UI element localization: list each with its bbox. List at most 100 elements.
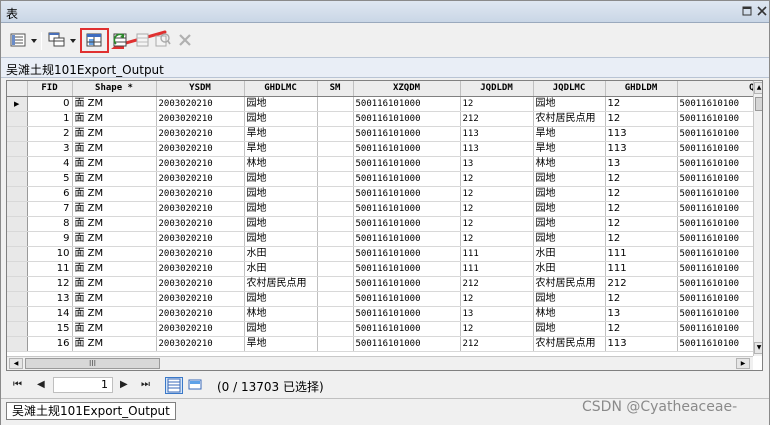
table-cell[interactable]: 2003020210 (156, 321, 245, 337)
table-row[interactable]: 2面 ZM 2003020210 旱地 500116101000 113 旱地 113 500… (7, 126, 758, 142)
scroll-down-icon[interactable]: ▼ (754, 342, 762, 354)
table-row[interactable]: 5面 ZM 2003020210 园地 500116101000 12 园地 12 50011… (7, 171, 758, 187)
table-cell[interactable]: 111 (460, 261, 534, 277)
table-cell[interactable]: 园地 (244, 96, 318, 112)
table-cell[interactable]: 农村居民点用 (533, 276, 606, 292)
table-cell[interactable]: 50011610100 (677, 171, 758, 187)
row-selector[interactable] (7, 291, 28, 307)
table-cell[interactable] (317, 321, 354, 337)
table-cell[interactable]: 园地 (244, 216, 318, 232)
table-cell[interactable]: 2 (27, 126, 73, 142)
table-cell[interactable]: 面 ZM (72, 261, 157, 277)
table-cell[interactable]: 50011610100 (677, 126, 758, 142)
table-cell[interactable]: 面 ZM (72, 96, 157, 112)
table-cell[interactable]: 7 (27, 201, 73, 217)
table-cell[interactable]: 500116101000 (353, 246, 461, 262)
row-selector[interactable] (7, 216, 28, 232)
table-cell[interactable]: 12 (460, 231, 534, 247)
column-header-ysdm[interactable]: YSDM (156, 81, 245, 97)
table-row[interactable]: 10 面 ZM 2003020210 水田 500116101000 111 水田 111 50… (7, 246, 758, 262)
switch-selection-icon[interactable] (112, 32, 128, 49)
table-cell[interactable]: 园地 (533, 321, 606, 337)
table-cell[interactable]: 212 (605, 276, 678, 292)
horizontal-scrollbar[interactable]: ◀ III ▶ (7, 356, 753, 370)
table-cell[interactable]: 500116101000 (353, 261, 461, 277)
table-cell[interactable]: 农村居民点用 (244, 276, 318, 292)
table-cell[interactable]: 111 (605, 261, 678, 277)
table-cell[interactable]: 园地 (244, 231, 318, 247)
table-cell[interactable]: 园地 (533, 291, 606, 307)
table-cell[interactable]: 500116101000 (353, 321, 461, 337)
table-cell[interactable] (317, 336, 354, 352)
row-selector[interactable] (7, 321, 28, 337)
table-cell[interactable]: 13 (460, 306, 534, 322)
table-cell[interactable]: 10 (27, 246, 73, 262)
table-cell[interactable]: 500116101000 (353, 156, 461, 172)
row-selector[interactable] (7, 156, 28, 172)
table-row[interactable]: 13 面 ZM 2003020210 园地 500116101000 12 园地 12 5001… (7, 291, 758, 307)
table-cell[interactable]: 12 (605, 216, 678, 232)
row-selector[interactable] (7, 111, 28, 127)
table-cell[interactable]: 3 (27, 141, 73, 157)
clear-selection-icon[interactable] (136, 32, 150, 49)
table-cell[interactable]: 13 (27, 291, 73, 307)
close-icon[interactable] (755, 5, 768, 18)
row-selector[interactable] (7, 306, 28, 322)
table-cell[interactable]: 面 ZM (72, 321, 157, 337)
table-cell[interactable]: 500116101000 (353, 306, 461, 322)
last-record-icon[interactable]: ⏭ (141, 379, 150, 390)
table-cell[interactable]: 农村居民点用 (533, 336, 606, 352)
table-cell[interactable]: 2003020210 (156, 306, 245, 322)
table-row[interactable]: ▶ 0 面 ZM 2003020210 园地 500116101000 12 园地 12 5001… (7, 96, 758, 112)
table-cell[interactable]: 水田 (244, 246, 318, 262)
zoom-to-selected-icon[interactable] (155, 32, 171, 49)
table-cell[interactable]: 8 (27, 216, 73, 232)
table-cell[interactable]: 13 (460, 156, 534, 172)
row-selector[interactable] (7, 261, 28, 277)
table-cell[interactable]: 林地 (533, 306, 606, 322)
previous-record-icon[interactable]: ◀ (37, 379, 45, 390)
row-selector-header[interactable] (7, 81, 28, 97)
table-row[interactable]: 1面 ZM 2003020210 园地 500116101000 212 农村居民点用 12… (7, 111, 758, 127)
table-cell[interactable]: 113 (460, 141, 534, 157)
table-cell[interactable]: 旱地 (244, 126, 318, 142)
table-cell[interactable]: 12 (460, 321, 534, 337)
table-cell[interactable]: 12 (460, 186, 534, 202)
current-row-marker-icon[interactable]: ▶ (7, 96, 28, 112)
column-header-q[interactable]: Q (677, 81, 758, 97)
table-cell[interactable]: 面 ZM (72, 336, 157, 352)
row-selector[interactable] (7, 126, 28, 142)
table-cell[interactable]: 50011610100 (677, 231, 758, 247)
table-cell[interactable]: 2003020210 (156, 186, 245, 202)
table-cell[interactable]: 500116101000 (353, 111, 461, 127)
table-row[interactable]: 9面 ZM 2003020210 园地 500116101000 12 园地 12 50011… (7, 231, 758, 247)
table-cell[interactable] (317, 96, 354, 112)
table-cell[interactable]: 2003020210 (156, 231, 245, 247)
table-cell[interactable] (317, 231, 354, 247)
table-cell[interactable]: 4 (27, 156, 73, 172)
table-cell[interactable]: 面 ZM (72, 216, 157, 232)
table-cell[interactable]: 12 (605, 321, 678, 337)
horizontal-scroll-thumb[interactable]: III (25, 358, 160, 369)
table-cell[interactable] (317, 216, 354, 232)
table-cell[interactable]: 500116101000 (353, 96, 461, 112)
table-cell[interactable]: 园地 (244, 171, 318, 187)
row-selector[interactable] (7, 186, 28, 202)
table-cell[interactable]: 111 (460, 246, 534, 262)
table-cell[interactable]: 面 ZM (72, 126, 157, 142)
table-cell[interactable]: 2003020210 (156, 171, 245, 187)
table-cell[interactable]: 50011610100 (677, 111, 758, 127)
pin-icon[interactable] (740, 5, 753, 18)
table-cell[interactable]: 111 (605, 246, 678, 262)
table-cell[interactable]: 12 (605, 186, 678, 202)
table-cell[interactable]: 12 (605, 231, 678, 247)
table-row[interactable]: 8面 ZM 2003020210 园地 500116101000 12 园地 12 50011… (7, 216, 758, 232)
table-cell[interactable] (317, 201, 354, 217)
table-cell[interactable]: 园地 (533, 201, 606, 217)
table-cell[interactable]: 园地 (244, 321, 318, 337)
table-cell[interactable]: 12 (605, 171, 678, 187)
table-cell[interactable] (317, 171, 354, 187)
table-cell[interactable]: 2003020210 (156, 216, 245, 232)
row-selector[interactable] (7, 141, 28, 157)
table-cell[interactable]: 2003020210 (156, 156, 245, 172)
